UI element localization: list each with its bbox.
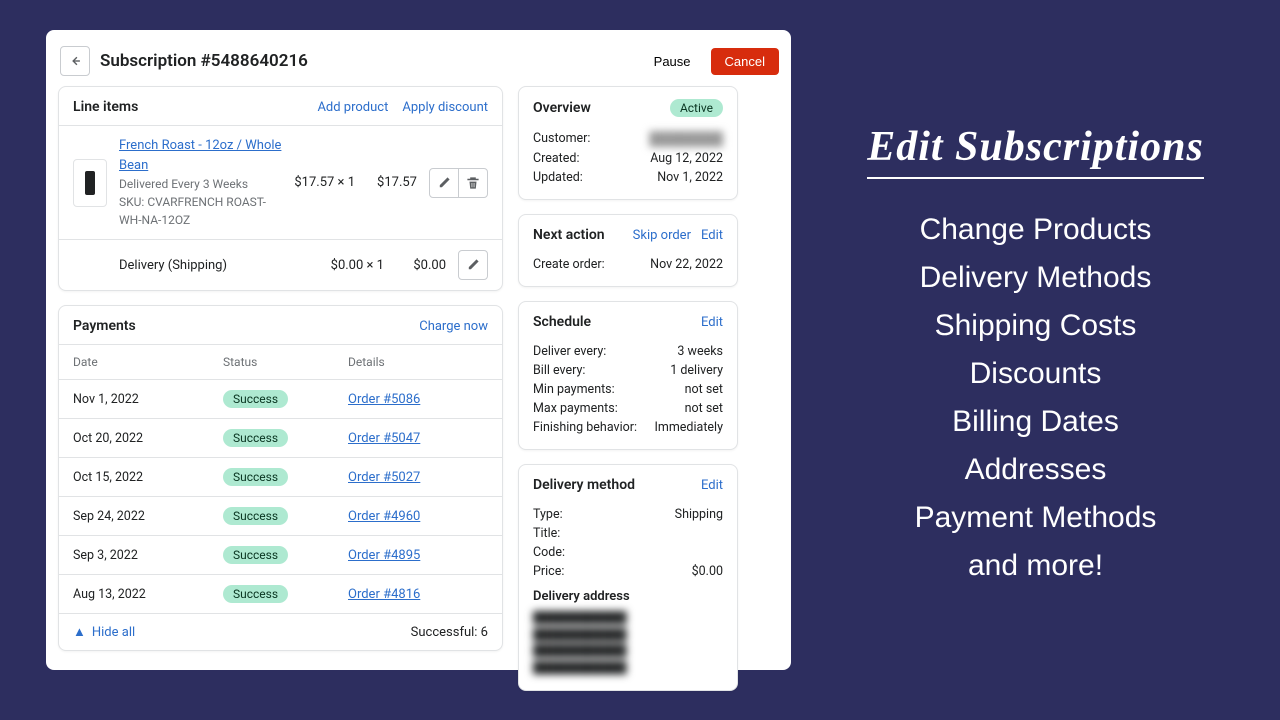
promo-line: Payment Methods	[915, 501, 1157, 535]
product-thumbnail	[73, 159, 107, 207]
next-action-title: Next action	[533, 227, 633, 243]
edit-delivery-method-link[interactable]: Edit	[701, 478, 723, 493]
delivery-address-title: Delivery address	[519, 581, 737, 608]
delivery-method-card: Delivery method Edit Type:Shipping Title…	[518, 464, 738, 691]
edit-next-action-link[interactable]: Edit	[701, 228, 723, 243]
pencil-icon	[437, 176, 451, 190]
promo-line: Change Products	[915, 213, 1157, 247]
status-badge: Success	[223, 507, 288, 525]
status-badge: Success	[223, 390, 288, 408]
table-row: Sep 24, 2022 Success Order #4960	[59, 496, 502, 535]
delivery-total: $0.00	[396, 258, 446, 273]
product-name-link[interactable]: French Roast - 12oz / Whole Bean	[119, 138, 281, 173]
successful-count: Successful: 6	[411, 625, 488, 640]
product-schedule: Delivered Every 3 Weeks	[119, 177, 248, 191]
add-product-link[interactable]: Add product	[317, 100, 388, 115]
payments-table-header: Date Status Details	[59, 344, 502, 379]
updated-date: Nov 1, 2022	[657, 170, 723, 185]
status-badge: Success	[223, 585, 288, 603]
table-row: Nov 1, 2022 Success Order #5086	[59, 379, 502, 418]
payments-card: Payments Charge now Date Status Details …	[58, 305, 503, 651]
promo-line: Shipping Costs	[915, 309, 1157, 343]
overview-title: Overview	[533, 100, 670, 116]
table-row: Sep 3, 2022 Success Order #4895	[59, 535, 502, 574]
order-link[interactable]: Order #5047	[348, 431, 420, 446]
arrow-left-icon	[68, 54, 82, 68]
payments-title: Payments	[73, 318, 419, 334]
header: Subscription #5488640216 Pause Cancel	[58, 42, 779, 86]
charge-now-link[interactable]: Charge now	[419, 319, 488, 334]
payments-footer: ▲ Hide all Successful: 6	[59, 613, 502, 650]
overview-card: Overview Active Customer:████████ Create…	[518, 86, 738, 200]
created-date: Aug 12, 2022	[650, 151, 723, 166]
app-frame: Subscription #5488640216 Pause Cancel Li…	[46, 30, 791, 670]
line-items-title: Line items	[73, 99, 317, 115]
order-link[interactable]: Order #5027	[348, 470, 420, 485]
delivery-label: Delivery (Shipping)	[73, 258, 319, 273]
promo-line: Discounts	[915, 357, 1157, 391]
trash-icon	[466, 176, 480, 190]
order-link[interactable]: Order #4960	[348, 509, 420, 524]
customer-link[interactable]: ████████	[649, 131, 723, 147]
payment-date: Oct 15, 2022	[73, 470, 223, 485]
line-items-card: Line items Add product Apply discount Fr…	[58, 86, 503, 291]
delivery-address: ████████████ ████████████ ████████████ █…	[533, 610, 723, 676]
unit-price: $17.57 × 1	[294, 175, 355, 190]
order-link[interactable]: Order #4895	[348, 548, 420, 563]
caret-up-icon: ▲	[73, 624, 86, 640]
pause-button[interactable]: Pause	[644, 48, 701, 75]
cancel-button[interactable]: Cancel	[711, 48, 779, 75]
edit-delivery-button[interactable]	[458, 250, 488, 280]
delivery-method-title: Delivery method	[533, 477, 701, 493]
product-sku: SKU: CVARFRENCH ROAST-WH-NA-12OZ	[119, 195, 266, 227]
promo-panel: Edit Subscriptions Change Products Delive…	[791, 0, 1280, 720]
payment-date: Aug 13, 2022	[73, 587, 223, 602]
order-link[interactable]: Order #4816	[348, 587, 420, 602]
payment-date: Oct 20, 2022	[73, 431, 223, 446]
status-badge: Active	[670, 99, 723, 117]
promo-line: and more!	[915, 549, 1157, 583]
promo-line: Delivery Methods	[915, 261, 1157, 295]
status-badge: Success	[223, 468, 288, 486]
edit-line-button[interactable]	[429, 168, 459, 198]
promo-line: Addresses	[915, 453, 1157, 487]
edit-schedule-link[interactable]: Edit	[701, 315, 723, 330]
delete-line-button[interactable]	[458, 168, 488, 198]
next-action-card: Next action Skip order Edit Create order…	[518, 214, 738, 287]
next-order-date: Nov 22, 2022	[650, 257, 723, 272]
hide-all-link[interactable]: Hide all	[92, 625, 411, 640]
page-title: Subscription #5488640216	[100, 51, 634, 71]
status-badge: Success	[223, 429, 288, 447]
table-row: Oct 20, 2022 Success Order #5047	[59, 418, 502, 457]
skip-order-link[interactable]: Skip order	[633, 228, 691, 243]
line-item-row: French Roast - 12oz / Whole Bean Deliver…	[59, 125, 502, 239]
delivery-unit-price: $0.00 × 1	[331, 258, 384, 273]
table-row: Oct 15, 2022 Success Order #5027	[59, 457, 502, 496]
pencil-icon	[466, 258, 480, 272]
delivery-row: Delivery (Shipping) $0.00 × 1 $0.00	[59, 239, 502, 290]
schedule-title: Schedule	[533, 314, 701, 330]
payment-date: Nov 1, 2022	[73, 392, 223, 407]
payment-date: Sep 24, 2022	[73, 509, 223, 524]
payment-date: Sep 3, 2022	[73, 548, 223, 563]
line-total: $17.57	[367, 175, 417, 190]
apply-discount-link[interactable]: Apply discount	[402, 100, 488, 115]
status-badge: Success	[223, 546, 288, 564]
order-link[interactable]: Order #5086	[348, 392, 420, 407]
promo-heading: Edit Subscriptions	[867, 123, 1204, 179]
back-button[interactable]	[60, 46, 90, 76]
table-row: Aug 13, 2022 Success Order #4816	[59, 574, 502, 613]
schedule-card: Schedule Edit Deliver every:3 weeks Bill…	[518, 301, 738, 450]
promo-line: Billing Dates	[915, 405, 1157, 439]
